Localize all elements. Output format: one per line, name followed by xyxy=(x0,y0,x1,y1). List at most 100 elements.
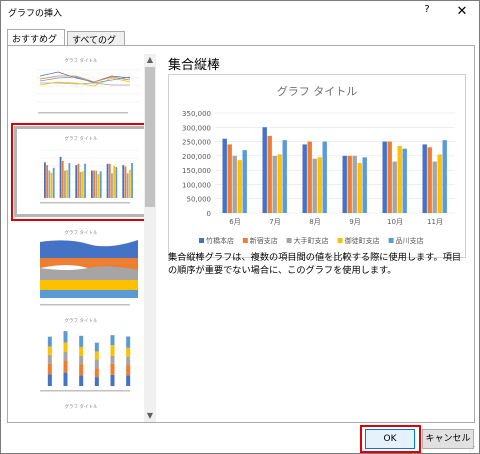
y-tick-label: 200,000 xyxy=(182,153,211,161)
bar xyxy=(237,160,242,213)
thumb-bar xyxy=(126,357,131,366)
thumbnail-line-chart[interactable]: グラフ タイトル xyxy=(18,54,150,120)
bar xyxy=(222,138,227,213)
thumb-bar xyxy=(63,342,68,352)
tab-recommended-charts[interactable]: おすすめグラフ xyxy=(7,29,65,58)
thumbnail-stacked-area[interactable]: グラフ タイトル xyxy=(18,228,150,308)
bar xyxy=(437,154,442,213)
chart-title: グラフ タイトル xyxy=(277,84,358,98)
bar xyxy=(362,157,367,213)
bar xyxy=(342,155,347,213)
thumb-title: グラフ タイトル xyxy=(65,403,98,410)
bar xyxy=(242,150,247,213)
thumb-title: グラフ タイトル xyxy=(65,57,98,64)
stacked-area-thumbnail-image: グラフ タイトル xyxy=(40,229,138,306)
x-tick-label: 9月 xyxy=(349,218,360,226)
bar xyxy=(282,140,287,213)
x-tick-label: 11月 xyxy=(427,218,443,226)
thumb-title: グラフ タイトル xyxy=(65,317,98,324)
y-tick-label: 300,000 xyxy=(182,124,211,132)
thumbnail-scrollbar[interactable]: ▲ ▼ xyxy=(144,54,156,422)
stacked-column-thumbnail-image: グラフ タイトル xyxy=(40,317,131,392)
y-tick-label: 150,000 xyxy=(182,167,211,175)
bar xyxy=(402,148,407,213)
thumb-bar xyxy=(94,359,99,369)
legend-swatch xyxy=(337,238,343,243)
chart-description: 集合縦棒グラフは、複数の項目間の値を比較する際に使用します。項目の順序が重要でな… xyxy=(168,252,462,276)
thumb-bar xyxy=(110,345,115,356)
thumb-bar xyxy=(47,336,52,347)
thumb-bar xyxy=(94,351,99,360)
legend-label: 御徒町支店 xyxy=(345,236,380,245)
scrollbar-thumb[interactable] xyxy=(145,67,155,207)
chart-preview-svg: グラフ タイトル 0 50,000 100,000 150,000 200,000 250,… xyxy=(182,84,455,245)
thumb-bar xyxy=(47,363,52,375)
recommended-chart-list: グラフ タイトル グラフ タイトル グラフ タイトル グラフ タイトル グラフ … xyxy=(14,54,152,422)
line-chart-thumbnail-image: グラフ タイトル xyxy=(36,57,140,114)
bar xyxy=(262,127,267,213)
bar xyxy=(272,155,277,213)
highlight-annotation-thumbnail xyxy=(11,123,152,221)
y-tick-label: 250,000 xyxy=(182,139,211,147)
bar xyxy=(267,135,272,213)
bar xyxy=(302,144,307,213)
thumbnail-clustered-column-2[interactable]: グラフ タイトル xyxy=(18,402,150,422)
chart-preview: グラフ タイトル 0 50,000 100,000 150,000 200,000 250,… xyxy=(168,74,466,258)
chart-type-name: 集合縦棒 xyxy=(168,58,221,73)
tab-all-charts[interactable]: すべてのグラフ xyxy=(67,31,125,59)
bar xyxy=(347,155,352,213)
bar xyxy=(317,157,322,213)
title-bar: グラフの挿入 ? ✕ xyxy=(1,1,479,23)
scroll-down-icon[interactable]: ▼ xyxy=(144,410,156,422)
legend-label: 品川支店 xyxy=(396,236,424,245)
x-tick-label: 8月 xyxy=(309,218,320,226)
bar xyxy=(387,141,392,213)
bar xyxy=(427,147,432,213)
thumb-bar xyxy=(94,368,99,378)
legend-swatch xyxy=(199,238,204,243)
bar xyxy=(382,141,387,213)
thumb-bar xyxy=(126,365,131,376)
highlight-annotation-ok xyxy=(360,425,421,453)
bar xyxy=(307,141,312,213)
bar xyxy=(352,155,357,213)
thumb-bar xyxy=(94,377,99,386)
thumb-bar xyxy=(63,372,68,386)
resize-grip-icon[interactable]: ⋰ xyxy=(469,445,478,454)
thumb-bar xyxy=(63,331,68,343)
x-tick-label: 10月 xyxy=(387,218,403,226)
dialog-title: グラフの挿入 xyxy=(8,9,63,19)
thumb-bar xyxy=(110,355,115,364)
legend-swatch xyxy=(388,238,394,243)
cancel-button[interactable]: キャンセル xyxy=(422,429,474,449)
thumb-bar xyxy=(126,375,131,386)
thumb-bar xyxy=(63,351,68,361)
x-tick-label: 7月 xyxy=(269,218,280,226)
thumb-bar xyxy=(79,335,84,347)
bar xyxy=(277,154,282,213)
bar xyxy=(322,141,327,213)
thumb-bar xyxy=(110,335,115,346)
legend-swatch xyxy=(286,238,292,243)
scroll-up-icon[interactable]: ▲ xyxy=(144,54,156,66)
thumbnail-stacked-column[interactable]: グラフ タイトル xyxy=(18,316,150,394)
thumb-bar xyxy=(79,355,84,365)
legend-label: 新宿支店 xyxy=(250,236,278,245)
thumb-bar xyxy=(79,364,84,376)
bar xyxy=(442,140,447,213)
bar xyxy=(397,145,402,213)
clustered-column-thumbnail-image-2: グラフ タイトル xyxy=(65,403,98,410)
thumb-bar xyxy=(126,347,131,357)
thumb-bar xyxy=(63,360,68,373)
thumb-title: グラフ タイトル xyxy=(65,229,98,236)
x-tick-label: 6月 xyxy=(229,218,240,226)
legend-label: 大手町支店 xyxy=(294,236,329,245)
legend-label: 竹橋本店 xyxy=(206,236,234,245)
thumb-bar xyxy=(94,342,99,352)
help-button[interactable]: ? xyxy=(420,4,434,20)
thumb-bar xyxy=(79,375,84,386)
bar xyxy=(312,158,317,213)
tab-panel: グラフ タイトル グラフ タイトル グラフ タイトル グラフ タイトル グラフ … xyxy=(7,45,475,423)
close-button[interactable]: ✕ xyxy=(450,3,474,21)
bar xyxy=(392,161,397,213)
